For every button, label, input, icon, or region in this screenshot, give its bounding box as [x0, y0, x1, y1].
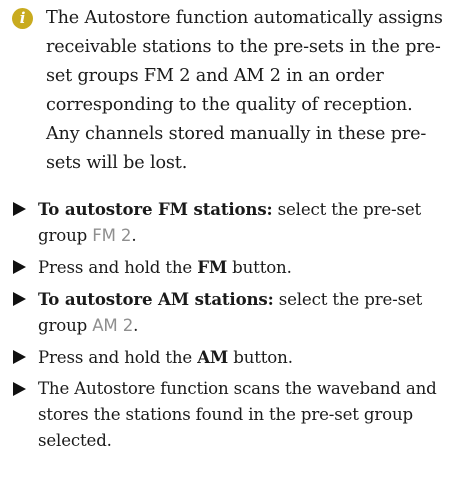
info-icon: i	[12, 8, 33, 29]
display-label-am2: AM 2	[92, 316, 134, 335]
step-text: Press and hold the	[38, 258, 198, 277]
step-text-end: button.	[227, 258, 292, 277]
step-text-end: .	[133, 316, 139, 335]
instruction-step-autostore-fm: To autostore FM stations: select the pre…	[12, 196, 450, 249]
info-note-text: The Autostore function automatically ass…	[46, 8, 443, 173]
instruction-step-autostore-am: To autostore AM stations: select the pre…	[12, 286, 450, 339]
step-text: The Autostore function scans the waveban…	[38, 379, 437, 450]
info-note: i The Autostore function automatically a…	[12, 4, 450, 178]
arrow-bullet-icon	[13, 350, 26, 364]
arrow-bullet-icon	[13, 292, 26, 306]
manual-page: i The Autostore function automatically a…	[0, 0, 460, 492]
am-button-label: AM	[197, 347, 229, 367]
instruction-step-hold-am: Press and hold the AM button.	[12, 344, 450, 371]
arrow-bullet-icon	[13, 382, 26, 396]
step-text: Press and hold the	[38, 348, 198, 367]
arrow-bullet-icon	[13, 202, 26, 216]
fm-button-label: FM	[197, 257, 228, 277]
step-heading: To autostore AM stations:	[38, 289, 274, 309]
instruction-step-result: The Autostore function scans the waveban…	[12, 376, 450, 454]
step-heading: To autostore FM stations:	[38, 199, 273, 219]
arrow-bullet-icon	[13, 260, 26, 274]
step-text-end: .	[131, 226, 137, 245]
instruction-step-hold-fm: Press and hold the FM button.	[12, 254, 450, 281]
display-label-fm2: FM 2	[92, 226, 132, 245]
step-text-end: button.	[228, 348, 293, 367]
instruction-list: To autostore FM stations: select the pre…	[12, 196, 450, 454]
